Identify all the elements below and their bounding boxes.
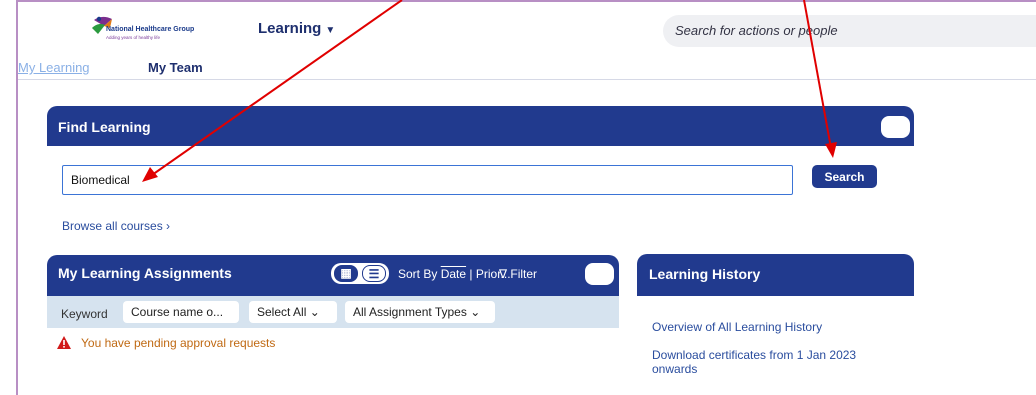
top-bar: National Healthcare Group Adding years o…	[18, 2, 1036, 80]
learning-menu-dropdown[interactable]: Learning ▼	[258, 20, 335, 37]
global-search[interactable]	[663, 15, 1036, 47]
learning-history-header: Learning History	[637, 254, 914, 296]
find-learning-header: Find Learning	[47, 106, 914, 146]
logo-name: National Healthcare Group	[106, 26, 195, 33]
pending-approval-notice[interactable]: You have pending approval requests	[57, 336, 275, 350]
learning-menu-label: Learning	[258, 20, 322, 37]
filter-icon: ∇	[499, 267, 508, 281]
download-certificates-link[interactable]: Download certificates from 1 Jan 2023 on…	[652, 348, 902, 376]
learning-keyword-input[interactable]	[62, 165, 793, 195]
assignments-title: My Learning Assignments	[58, 265, 232, 281]
filter-button[interactable]: ∇ Filter	[499, 267, 537, 281]
select-all-dropdown[interactable]: Select All ⌄	[249, 301, 337, 323]
course-name-filter[interactable]: Course name o...	[123, 301, 239, 323]
select-all-label: Select All	[257, 305, 307, 319]
logo-tagline: Adding years of healthy life	[106, 35, 161, 40]
find-learning-title: Find Learning	[58, 119, 151, 135]
caret-down-icon: ▼	[325, 25, 336, 36]
keyword-label: Keyword	[61, 307, 108, 321]
grid-view-icon[interactable]: ▦	[334, 265, 358, 282]
global-search-input[interactable]	[675, 23, 1035, 38]
company-logo[interactable]: National Healthcare Group Adding years o…	[90, 14, 220, 44]
assignments-header: My Learning Assignments ▦ ☰ Sort By Date…	[47, 255, 619, 296]
sort-control[interactable]: Sort By Date | Prior...	[398, 267, 511, 281]
search-button[interactable]: Search	[812, 165, 877, 188]
assignment-types-dropdown[interactable]: All Assignment Types ⌄	[345, 301, 495, 323]
find-learning-collapse-button[interactable]	[881, 116, 910, 138]
sort-date[interactable]: Date	[441, 267, 466, 281]
warning-icon	[57, 336, 71, 349]
tab-my-team[interactable]: My Team	[148, 60, 203, 75]
assignment-types-label: All Assignment Types	[353, 305, 467, 319]
filter-label: Filter	[510, 267, 538, 281]
assignments-filter-bar: Keyword Course name o... Select All ⌄ Al…	[47, 296, 619, 328]
sort-prefix: Sort By	[398, 267, 438, 281]
chevron-down-icon: ⌄	[309, 305, 320, 319]
browse-all-courses-link[interactable]: Browse all courses ›	[62, 219, 170, 233]
pending-approval-text: You have pending approval requests	[81, 336, 276, 350]
chevron-down-icon: ⌄	[470, 305, 481, 319]
view-toggle[interactable]: ▦ ☰	[331, 263, 389, 284]
tab-my-learning[interactable]: My Learning	[18, 60, 90, 75]
list-view-icon[interactable]: ☰	[362, 265, 386, 282]
history-overview-link[interactable]: Overview of All Learning History	[652, 320, 902, 334]
learning-history-title: Learning History	[649, 266, 761, 282]
assignments-collapse-button[interactable]	[585, 263, 614, 285]
